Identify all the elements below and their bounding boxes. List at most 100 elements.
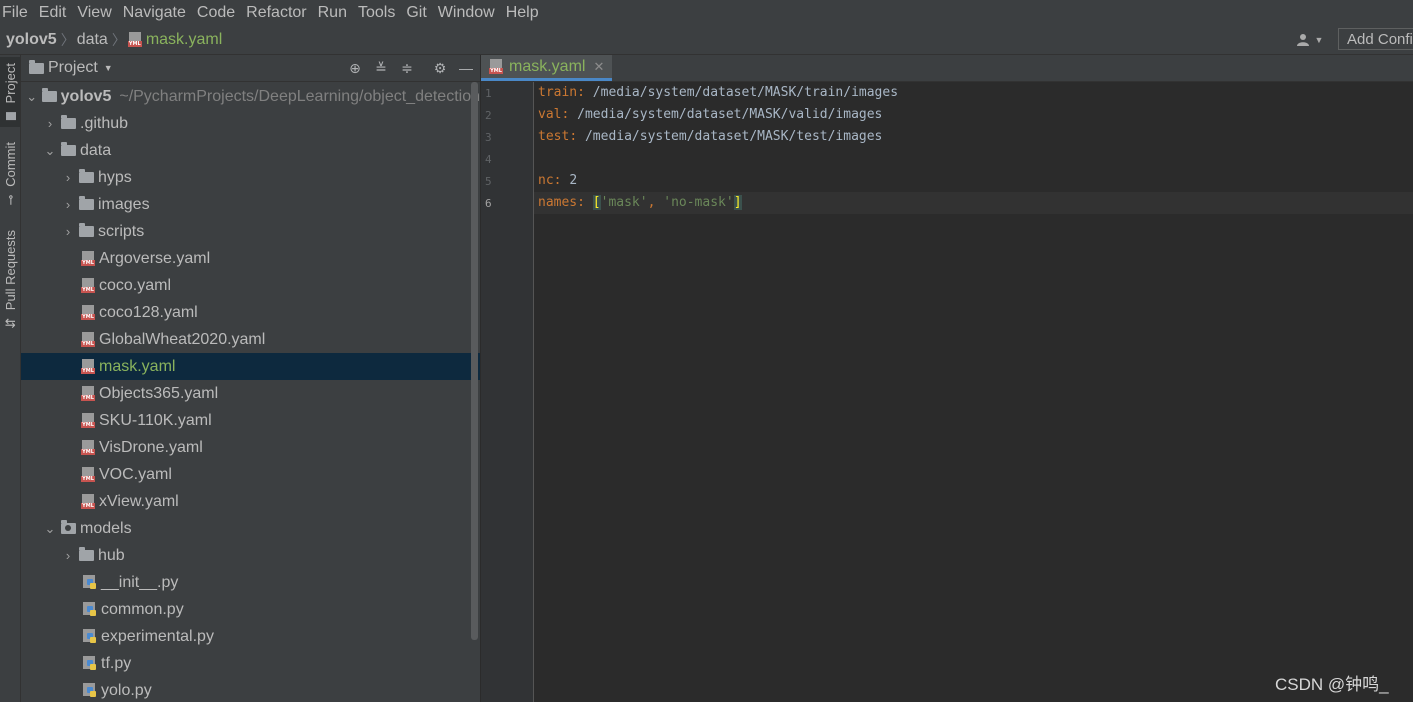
yaml-file-icon: YML [81,439,95,456]
tree-item-label: xView.yaml [99,492,179,510]
menu-file[interactable]: File [0,2,33,24]
tree-item-tf[interactable]: tf.py [21,650,480,677]
editor-tab-bar: YML mask.yaml ✕ [481,55,1413,82]
tree-item-experimental[interactable]: experimental.py [21,623,480,650]
tree-item-hyps[interactable]: › hyps [21,164,480,191]
tree-item-label: VOC.yaml [99,465,172,483]
menu-code[interactable]: Code [195,2,240,24]
editor-tab-mask-yaml[interactable]: YML mask.yaml ✕ [481,55,613,81]
user-account-icon[interactable]: ▼ [1295,30,1325,50]
breadcrumb-project[interactable]: yolov5 [6,31,57,49]
breadcrumb-folder[interactable]: data [77,31,108,49]
chevron-down-icon[interactable]: ⌄ [25,89,38,105]
tree-item-coco128[interactable]: YML coco128.yaml [21,299,480,326]
tree-item-yolo[interactable]: yolo.py [21,677,480,702]
locate-file-icon[interactable]: ⊕ [346,59,364,77]
tree-item-argoverse[interactable]: YML Argoverse.yaml [21,245,480,272]
menu-git[interactable]: Git [404,2,431,24]
stripe-tab-project[interactable]: Project [0,57,20,127]
tree-item-xview[interactable]: YML xView.yaml [21,488,480,515]
tree-item-sku[interactable]: YML SKU-110K.yaml [21,407,480,434]
add-configuration-button[interactable]: Add Configuration... [1338,28,1413,50]
tree-item-init[interactable]: __init__.py [21,569,480,596]
yaml-file-icon: YML [127,32,142,48]
chevron-down-icon[interactable]: ⌄ [43,521,57,537]
chevron-right-icon[interactable]: › [61,548,75,563]
tree-item-data[interactable]: ⌄ data [21,137,480,164]
tree-item-coco[interactable]: YML coco.yaml [21,272,480,299]
tree-item-images[interactable]: › images [21,191,480,218]
yaml-string: 'mask' [600,195,648,210]
project-scrollbar[interactable] [471,82,478,640]
chevron-right-icon[interactable]: › [61,224,75,239]
code-line-1[interactable]: train: /media/system/dataset/MASK/train/… [534,82,1413,104]
menu-refactor[interactable]: Refactor [244,2,311,24]
python-file-icon [83,629,97,644]
chevron-right-icon[interactable]: › [61,170,75,185]
tree-item-root[interactable]: ⌄ yolov5 ~/PycharmProjects/DeepLearning/… [21,83,480,110]
code-line-3[interactable]: test: /media/system/dataset/MASK/test/im… [534,126,1413,148]
expand-all-icon[interactable]: ≚ [372,59,390,77]
menu-help[interactable]: Help [504,2,544,24]
menu-edit[interactable]: Edit [37,2,72,24]
tree-item-models[interactable]: ⌄ models [21,515,480,542]
yaml-key: nc [538,173,554,188]
chevron-right-icon[interactable]: › [43,116,57,131]
menu-bar: File Edit View Navigate Code Refactor Ru… [0,0,1413,26]
yaml-value: /media/system/dataset/MASK/valid/images [569,107,883,122]
stripe-tab-pull-requests[interactable]: ⇵ Pull Requests [0,227,20,331]
yaml-string: 'no-mask' [663,195,734,210]
tree-item-visdrone[interactable]: YML VisDrone.yaml [21,434,480,461]
tree-item-label: tf.py [101,654,132,672]
stripe-tab-commit[interactable]: ⊸ Commit [0,139,20,209]
code-line-4[interactable] [534,148,1413,170]
folder-icon [42,88,57,102]
code-line-5[interactable]: nc: 2 [534,170,1413,192]
menu-navigate[interactable]: Navigate [121,2,191,24]
bracket-close: ] [733,195,742,210]
code-line-2[interactable]: val: /media/system/dataset/MASK/valid/im… [534,104,1413,126]
tree-item-hub[interactable]: › hub [21,542,480,569]
code-line-6[interactable]: names: ['mask', 'no-mask'] [534,192,1413,214]
project-panel: Project ▼ ⊕ ≚ ≑ ⚙ — ⌄ yolov5 ~/PycharmPr… [21,55,480,702]
yaml-value: 2 [569,173,578,188]
tree-item-label: Objects365.yaml [99,384,219,402]
python-file-icon [83,602,97,617]
project-panel-header: Project ▼ ⊕ ≚ ≑ ⚙ — [21,55,480,82]
tree-item-label: experimental.py [101,627,214,645]
breadcrumb-file[interactable]: YML mask.yaml [127,31,222,49]
menu-run[interactable]: Run [316,2,352,24]
collapse-all-icon[interactable]: ≑ [398,59,416,77]
tree-item-mask[interactable]: YML mask.yaml [21,353,480,380]
tree-item-common[interactable]: common.py [21,596,480,623]
menu-window[interactable]: Window [436,2,500,24]
line-number: 1 [485,87,492,100]
tree-item-label: Argoverse.yaml [99,249,211,267]
chevron-down-icon: ▼ [1314,35,1324,45]
line-number-current: 6 [485,197,492,210]
person-icon [1296,34,1309,46]
tree-item-label: scripts [98,222,145,240]
close-icon[interactable]: ✕ [593,59,604,75]
hide-panel-icon[interactable]: — [457,59,475,77]
menu-view[interactable]: View [75,2,116,24]
gear-icon[interactable]: ⚙ [431,59,449,77]
tree-item-label: images [98,195,150,213]
project-view-selector[interactable]: Project ▼ [29,59,113,77]
tree-item-label: models [80,519,132,537]
chevron-right-icon[interactable]: › [61,197,75,212]
menu-tools[interactable]: Tools [356,2,400,24]
tree-item-scripts[interactable]: › scripts [21,218,480,245]
folder-icon [79,196,94,210]
yaml-file-icon: YML [81,331,95,348]
stripe-pull-requests-label: ⇵ Pull Requests [3,230,18,329]
line-number: 2 [485,109,492,122]
tree-item-voc[interactable]: YML VOC.yaml [21,461,480,488]
code-editor[interactable]: train: /media/system/dataset/MASK/train/… [534,82,1413,702]
tree-item-github[interactable]: › .github [21,110,480,137]
chevron-down-icon[interactable]: ⌄ [43,143,57,159]
tree-item-globalwheat[interactable]: YML GlobalWheat2020.yaml [21,326,480,353]
tree-item-label: hyps [98,168,132,186]
tree-item-objects365[interactable]: YML Objects365.yaml [21,380,480,407]
yaml-value: /media/system/dataset/MASK/test/images [577,129,883,144]
